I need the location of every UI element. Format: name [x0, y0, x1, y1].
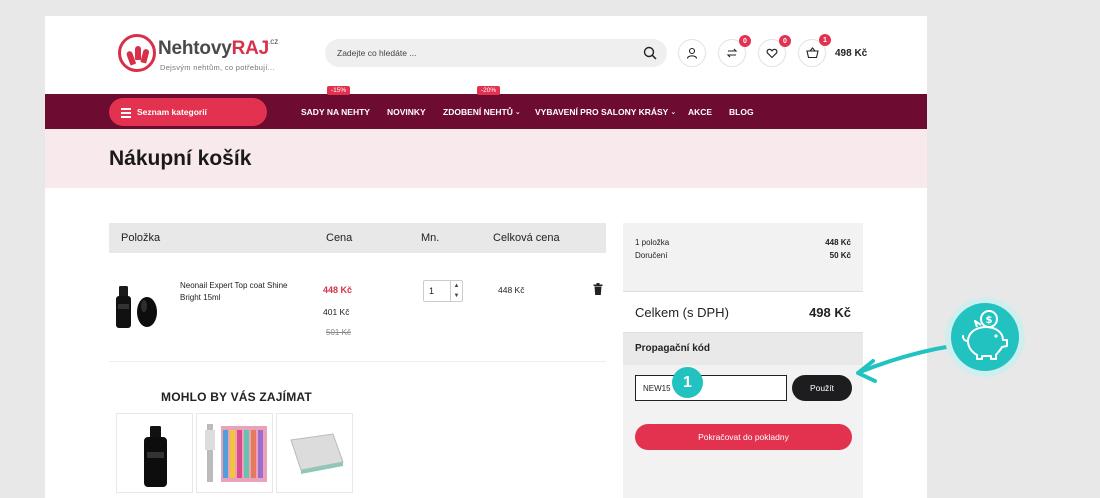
compare-icon	[726, 48, 738, 58]
search-input[interactable]	[337, 39, 637, 67]
nav-item-blog[interactable]: BLOG	[729, 94, 754, 129]
page: NehtovyRAJ .cz Dejsvým nehtům, co potřeb…	[45, 16, 927, 498]
wishlist-count-badge: 0	[779, 35, 791, 47]
cart-button[interactable]: 1	[798, 34, 831, 67]
main-nav: Seznam kategorií SADY NA NEHTY -15% NOVI…	[45, 86, 927, 129]
categories-label: Seznam kategorií	[137, 107, 207, 117]
nav-item-zdobeni[interactable]: ZDOBENÍ NEHTŮ ⌄	[443, 94, 521, 129]
nav-badge-zdobeni: -20%	[477, 86, 501, 95]
svg-text:$: $	[986, 315, 993, 326]
account-button[interactable]	[678, 39, 706, 67]
apply-promo-button[interactable]: Použít	[792, 375, 852, 401]
basket-icon	[805, 47, 819, 59]
checkout-button[interactable]: Pokračovat do pokladny	[635, 424, 852, 450]
logo-tagline: Dejsvým nehtům, co potřebují...	[160, 63, 275, 72]
summary-shipping-value: 50 Kč	[829, 251, 851, 260]
summary-total-label: Celkem (s DPH)	[635, 305, 729, 320]
summary-total: Celkem (s DPH) 498 Kč	[623, 291, 863, 333]
categories-button[interactable]: Seznam kategorií	[109, 98, 267, 126]
compare-button[interactable]: 0	[718, 35, 751, 67]
promo-title: Propagační kód	[635, 343, 711, 354]
title-band: Nákupní košík	[45, 129, 927, 188]
heart-icon	[766, 48, 778, 59]
chevron-down-icon: ⌄	[670, 108, 677, 116]
recommendations-title: MOHLO BY VÁS ZAJÍMAT	[161, 390, 312, 404]
trash-icon[interactable]	[593, 283, 603, 295]
product-sale-price: 401 Kč	[323, 307, 350, 317]
promo-header: Propagační kód	[623, 333, 863, 365]
product-name[interactable]: Neonail Expert Top coat Shine Bright 15m…	[180, 280, 300, 304]
header-cart-total[interactable]: 498 Kč	[835, 48, 867, 59]
cart-count-badge: 1	[819, 34, 831, 46]
product-image	[144, 426, 167, 487]
nav-item-vybaveni[interactable]: VYBAVENÍ PRO SALONY KRÁSY ⌄	[535, 94, 676, 129]
search-icon[interactable]	[643, 46, 657, 60]
cart-row: Neonail Expert Top coat Shine Bright 15m…	[109, 254, 606, 362]
compare-count-badge: 0	[739, 35, 751, 47]
piggy-bank-icon: $	[945, 297, 1025, 377]
promo-code-input[interactable]	[635, 375, 787, 401]
quantity-stepper[interactable]: 1 ▲ ▼	[423, 280, 463, 302]
recommendation-card[interactable]	[196, 413, 273, 493]
quantity-arrows[interactable]: ▲ ▼	[450, 281, 462, 301]
summary-shipping-label: Doručení	[635, 251, 668, 260]
product-old-price: 501 Kč	[326, 328, 351, 337]
recommendation-card[interactable]	[116, 413, 193, 493]
step-number-badge: 1	[672, 367, 703, 398]
nav-badge-sady: -15%	[327, 86, 351, 95]
chevron-up-icon[interactable]: ▲	[454, 283, 460, 289]
menu-icon	[121, 108, 131, 120]
column-header-price: Cena	[326, 232, 353, 244]
column-header-quantity: Mn.	[421, 232, 440, 244]
nav-item-akce[interactable]: AKCE	[688, 94, 712, 129]
product-price: 448 Kč	[323, 285, 353, 295]
product-image	[290, 433, 344, 474]
product-image	[205, 424, 267, 482]
logo-tld: .cz	[268, 37, 279, 46]
column-header-item: Položka	[121, 232, 161, 244]
piggy-bank-glyph: $	[962, 310, 1008, 360]
row-total: 448 Kč	[498, 285, 525, 295]
user-icon	[686, 47, 698, 59]
cart-table-header: Položka Cena Mn. Celková cena	[109, 223, 606, 253]
logo-mark	[118, 34, 156, 72]
recommendation-card[interactable]	[276, 413, 353, 493]
column-header-total: Celková cena	[493, 232, 560, 244]
nav-item-novinky[interactable]: NOVINKY	[387, 94, 426, 129]
chevron-down-icon[interactable]: ▼	[454, 293, 460, 299]
order-summary: 1 položka 448 Kč Doručení 50 Kč Celkem (…	[623, 223, 863, 498]
page-title: Nákupní košík	[109, 147, 252, 170]
summary-total-value: 498 Kč	[809, 305, 851, 320]
product-image[interactable]	[113, 282, 161, 330]
summary-items-label: 1 položka	[635, 238, 670, 247]
logo[interactable]: NehtovyRAJ .cz Dejsvým nehtům, co potřeb…	[118, 34, 288, 76]
nav-item-sady[interactable]: SADY NA NEHTY	[301, 94, 370, 129]
logo-name: NehtovyRAJ	[158, 38, 269, 59]
site-header: NehtovyRAJ .cz Dejsvým nehtům, co potřeb…	[45, 16, 927, 94]
quantity-value[interactable]: 1	[429, 286, 434, 296]
summary-items-value: 448 Kč	[825, 238, 851, 247]
wishlist-button[interactable]: 0	[758, 35, 791, 67]
search-bar	[325, 39, 667, 67]
chevron-down-icon: ⌄	[514, 108, 521, 116]
